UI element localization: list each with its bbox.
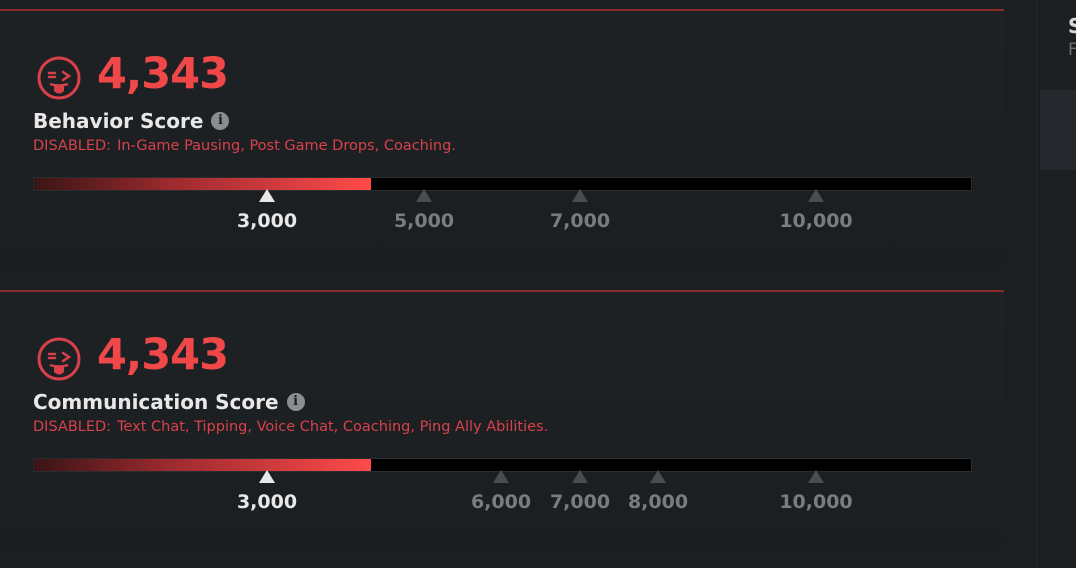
behavior-tick: 3,000 — [227, 189, 307, 232]
tick-label: 10,000 — [779, 210, 853, 232]
panel-divider — [1036, 0, 1037, 568]
tongue-out-face-icon — [37, 56, 81, 100]
behavior-tick: 10,000 — [776, 189, 856, 232]
communication-progress-fill — [34, 459, 372, 471]
behavior-score-value: 4,343 — [97, 49, 229, 99]
behavior-score-title-text: Behavior Score — [33, 109, 204, 133]
tongue-out-face-icon — [37, 337, 81, 381]
communication-tick: 6,000 — [461, 470, 541, 513]
behavior-score-title: Behavior Score i — [33, 109, 230, 133]
side-panel-subheading: F — [1068, 40, 1076, 60]
behavior-score-panel: 4,343 Behavior Score i DISABLED: In-Game … — [0, 9, 1004, 269]
tick-label: 3,000 — [236, 491, 298, 513]
tick-marker-icon — [808, 189, 824, 202]
communication-score-title-text: Communication Score — [33, 390, 279, 414]
tick-marker-icon — [416, 189, 432, 202]
disabled-items: In-Game Pausing, Post Game Drops, Coachi… — [117, 138, 456, 154]
behavior-tick: 7,000 — [540, 189, 620, 232]
behavior-tick: 5,000 — [384, 189, 464, 232]
info-icon[interactable]: i — [286, 393, 305, 411]
tick-marker-icon — [259, 189, 275, 202]
behavior-disabled-features: DISABLED: In-Game Pausing, Post Game Drop… — [33, 138, 456, 154]
disabled-label: DISABLED: — [33, 138, 112, 154]
disabled-items: Text Chat, Tipping, Voice Chat, Coaching… — [117, 419, 549, 435]
communication-tick: 10,000 — [776, 470, 856, 513]
communication-disabled-features: DISABLED: Text Chat, Tipping, Voice Chat,… — [33, 419, 548, 435]
tick-marker-icon — [808, 470, 824, 483]
tick-label: 5,000 — [393, 210, 455, 232]
tick-marker-icon — [572, 189, 588, 202]
tick-marker-icon — [650, 470, 666, 483]
communication-score-panel: 4,343 Communication Score i DISABLED: Tex… — [0, 290, 1004, 550]
disabled-label: DISABLED: — [33, 419, 112, 435]
communication-score-title: Communication Score i — [33, 390, 305, 414]
tick-marker-icon — [259, 470, 275, 483]
side-panel-box — [1040, 90, 1076, 170]
communication-tick: 7,000 — [540, 470, 620, 513]
tick-label: 6,000 — [470, 491, 532, 513]
info-icon[interactable]: i — [211, 112, 230, 130]
tick-label: 8,000 — [627, 491, 689, 513]
tick-label: 7,000 — [549, 210, 611, 232]
communication-tick: 3,000 — [227, 470, 307, 513]
tick-label: 3,000 — [236, 210, 298, 232]
communication-tick: 8,000 — [618, 470, 698, 513]
tick-marker-icon — [493, 470, 509, 483]
behavior-progress-fill — [34, 178, 372, 190]
tick-label: 10,000 — [779, 491, 853, 513]
tick-label: 7,000 — [549, 491, 611, 513]
tick-marker-icon — [572, 470, 588, 483]
side-panel-heading: S — [1068, 14, 1076, 38]
communication-score-value: 4,343 — [97, 330, 229, 380]
